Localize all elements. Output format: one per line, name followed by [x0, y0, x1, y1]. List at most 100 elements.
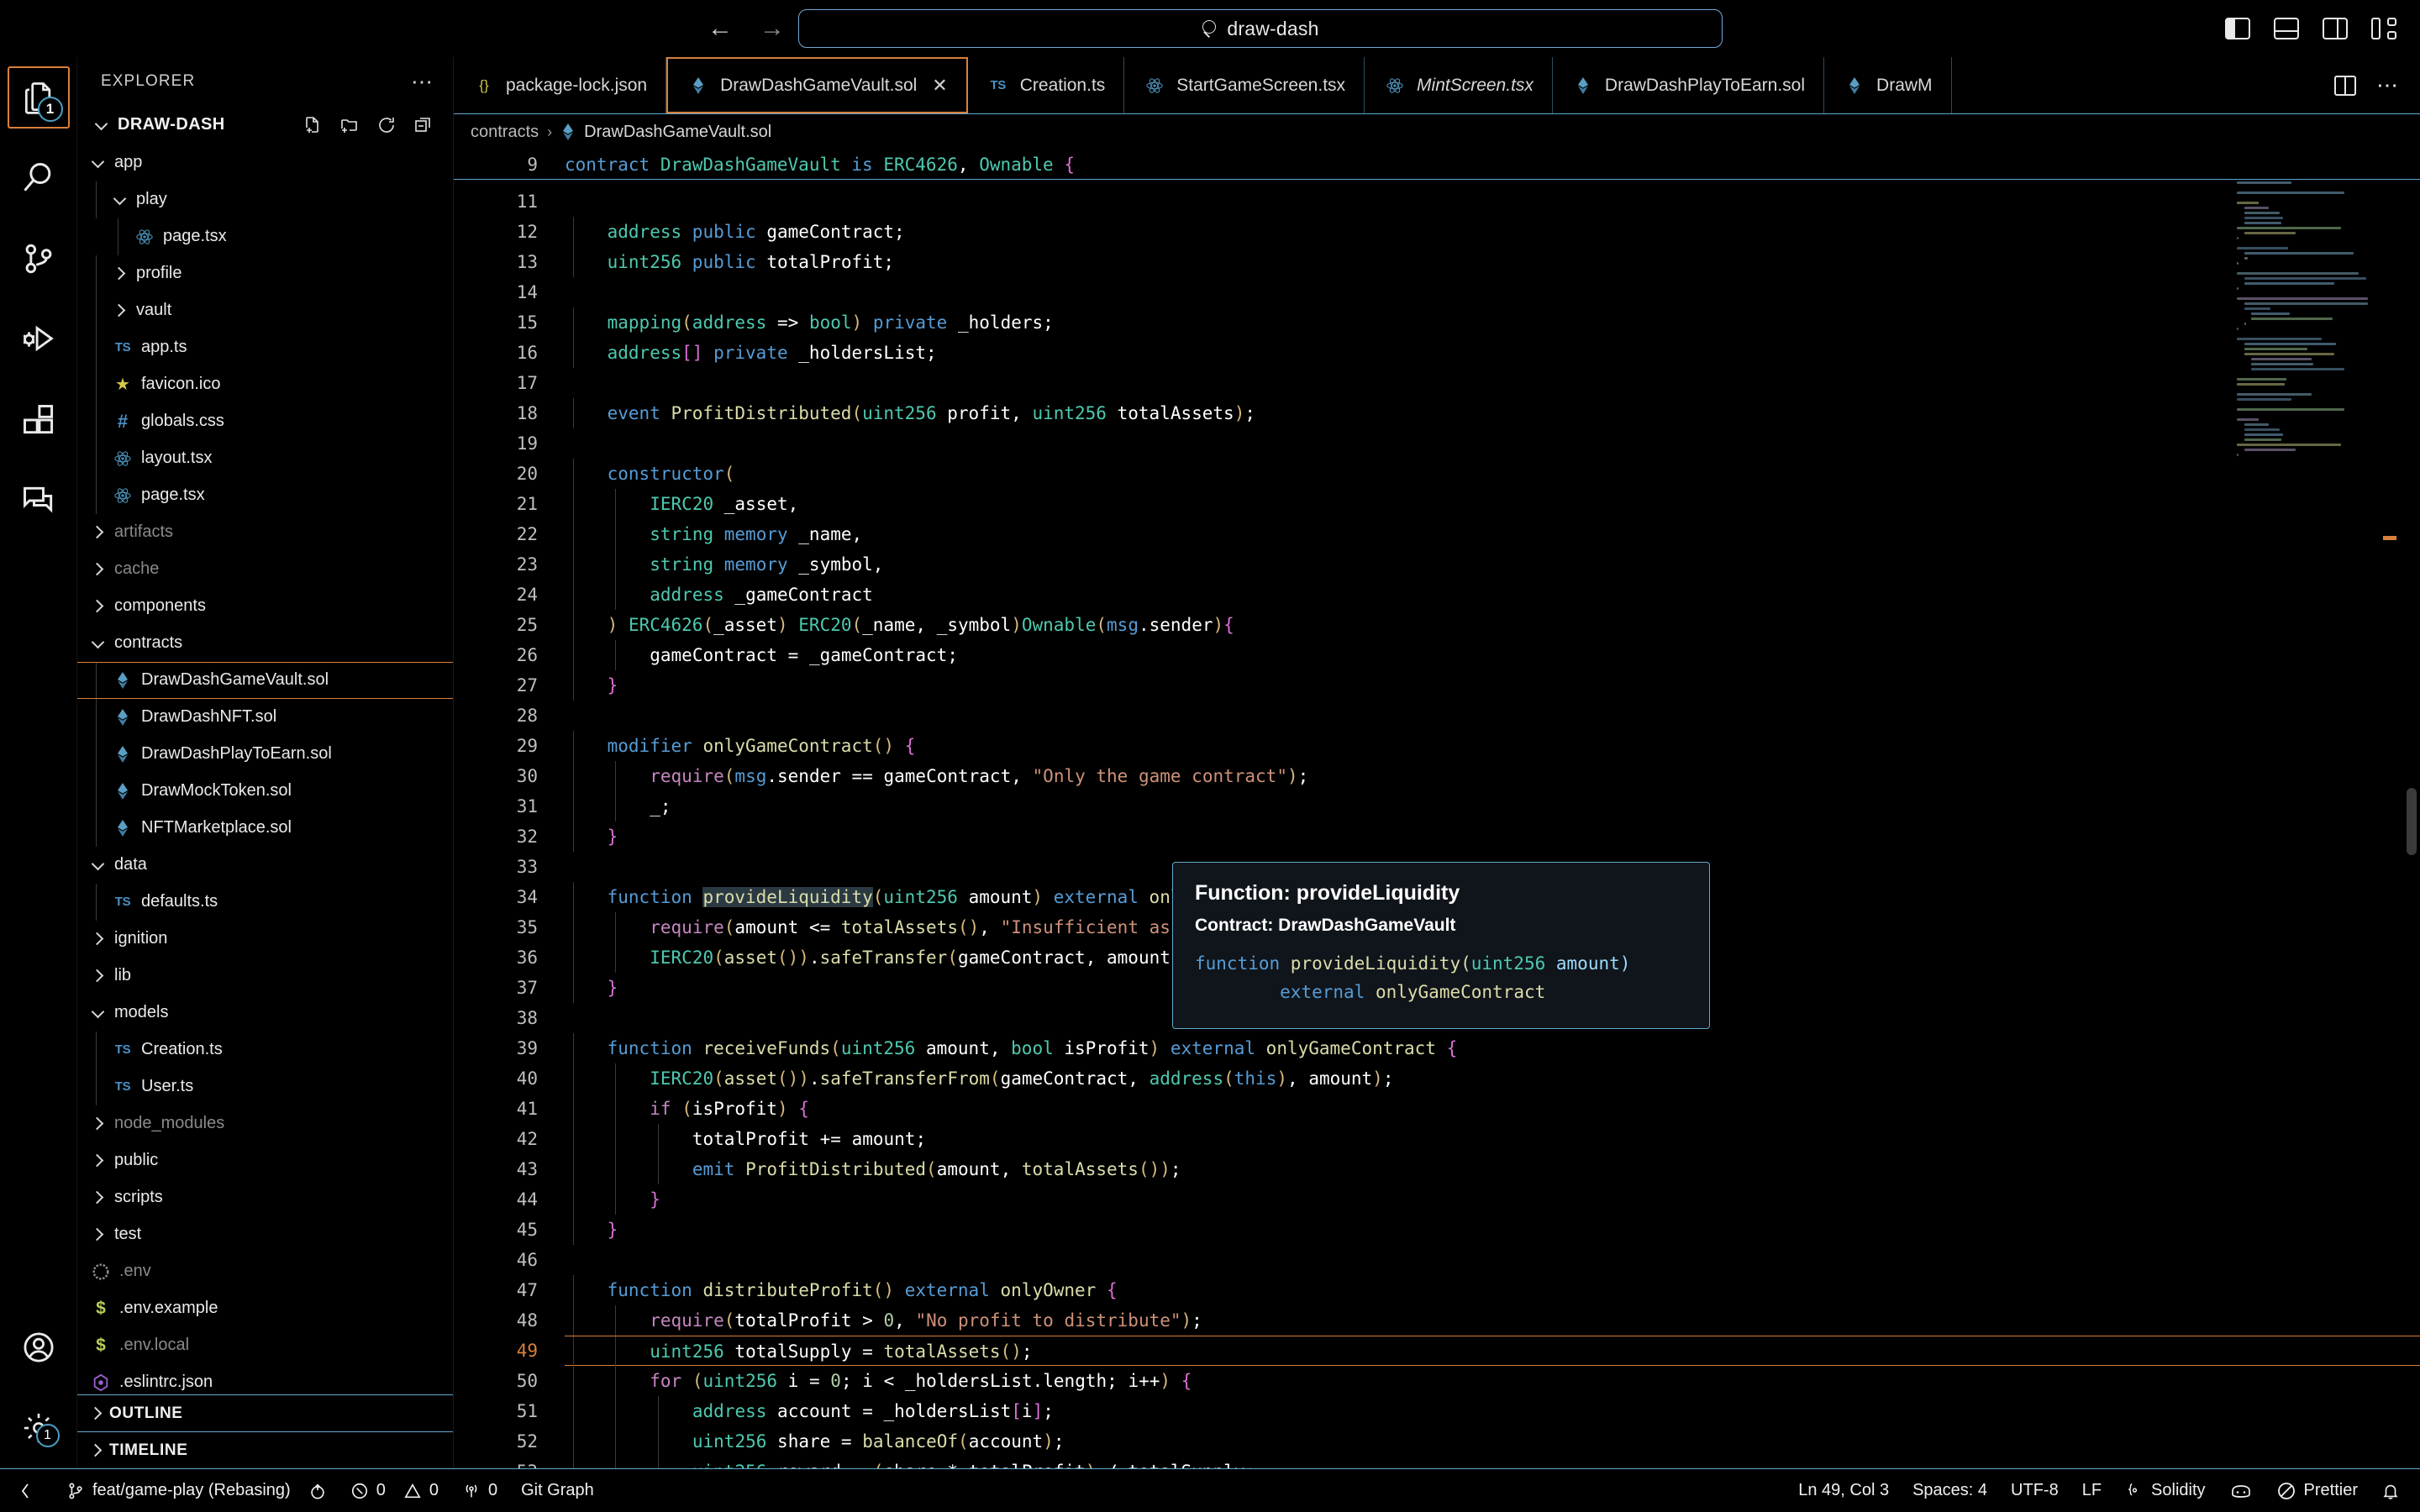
activity-item-source-control[interactable] — [0, 218, 77, 299]
tree-file-env-local[interactable]: $ .env.local — [77, 1327, 453, 1364]
activity-item-run-and-debug[interactable] — [0, 299, 77, 380]
code-line[interactable]: address public gameContract; — [565, 217, 2420, 247]
tree-file-page-tsx[interactable]: page.tsx — [77, 476, 453, 514]
code-line[interactable]: uint256 totalSupply = totalAssets(); — [565, 1336, 2420, 1367]
split-editor-icon[interactable] — [2334, 75, 2356, 96]
code-line[interactable] — [565, 428, 2420, 459]
activity-item-explorer[interactable]: 1 — [0, 57, 77, 138]
tree-file-layout-tsx[interactable]: layout.tsx — [77, 439, 453, 477]
tree-file-page-tsx[interactable]: page.tsx — [77, 218, 453, 255]
code-line[interactable] — [565, 1245, 2420, 1275]
toggle-secondary-sidebar-icon[interactable] — [2323, 18, 2348, 39]
code-line[interactable]: } — [565, 1215, 2420, 1245]
status-indentation[interactable]: Spaces: 4 — [1901, 1469, 1999, 1512]
code-line[interactable]: totalProfit += amount; — [565, 1124, 2420, 1154]
tree-file-nftmarketplace-sol[interactable]: NFTMarketplace.sol — [77, 809, 453, 847]
arrow-left-icon[interactable]: ← — [706, 14, 734, 43]
minimap[interactable] — [2230, 150, 2398, 1468]
tree-folder-artifacts[interactable]: artifacts — [77, 514, 453, 551]
code-line[interactable] — [565, 186, 2420, 217]
sync-icon[interactable] — [308, 1482, 327, 1500]
arrow-right-icon[interactable]: → — [758, 14, 786, 43]
code-line[interactable]: } — [565, 822, 2420, 852]
code-line[interactable]: function receiveFunds(uint256 amount, bo… — [565, 1033, 2420, 1063]
code-line[interactable] — [565, 701, 2420, 731]
collapse-all-icon[interactable] — [413, 114, 434, 136]
code-line[interactable]: address[] private _holdersList; — [565, 338, 2420, 368]
code-line[interactable]: require(totalProfit > 0, "No profit to d… — [565, 1305, 2420, 1336]
tree-file-drawdashgamevault-sol[interactable]: DrawDashGameVault.sol — [77, 661, 453, 699]
activity-item-accounts[interactable] — [0, 1307, 77, 1388]
editor-tab-drawdashplaytoearn-sol[interactable]: DrawDashPlayToEarn.sol — [1553, 57, 1825, 113]
tree-file-globals-css[interactable]: # globals.css — [77, 402, 453, 440]
status-branch[interactable]: feat/game-play (Rebasing) — [55, 1469, 339, 1512]
tree-file-favicon-ico[interactable]: ★ favicon.ico — [77, 365, 453, 403]
code-line[interactable]: } — [565, 1184, 2420, 1215]
status-prettier[interactable]: Prettier — [2265, 1469, 2370, 1512]
code-line[interactable]: } — [565, 670, 2420, 701]
new-folder-icon[interactable] — [339, 114, 360, 136]
status-eol[interactable]: LF — [2070, 1469, 2113, 1512]
code-editor[interactable]: 9 contract DrawDashGameVault is ERC4626,… — [454, 150, 2420, 1468]
tree-file-user-ts[interactable]: TS User.ts — [77, 1068, 453, 1105]
tree-folder-profile[interactable]: profile — [77, 255, 453, 292]
code-line[interactable]: emit ProfitDistributed(amount, totalAsse… — [565, 1154, 2420, 1184]
tree-folder-test[interactable]: test — [77, 1216, 453, 1253]
breadcrumb-file[interactable]: DrawDashGameVault.sol — [560, 123, 771, 142]
status-language-mode[interactable]: Solidity — [2113, 1469, 2217, 1512]
code-line[interactable]: address account = _holdersList[i]; — [565, 1396, 2420, 1426]
sidebar-section-outline[interactable]: OUTLINE — [77, 1394, 453, 1431]
tree-file-drawmocktoken-sol[interactable]: DrawMockToken.sol — [77, 772, 453, 810]
code-line[interactable]: if (isProfit) { — [565, 1094, 2420, 1124]
tree-folder-app[interactable]: app — [77, 144, 453, 181]
code-line[interactable]: uint256 public totalProfit; — [565, 247, 2420, 277]
tree-folder-data[interactable]: data — [77, 847, 453, 884]
code-line[interactable]: _; — [565, 791, 2420, 822]
tree-file-app-ts[interactable]: TS app.ts — [77, 328, 453, 366]
editor-tab-package-lock-json[interactable]: {} package-lock.json — [454, 57, 667, 113]
tree-folder-public[interactable]: public — [77, 1142, 453, 1179]
code-line[interactable]: gameContract = _gameContract; — [565, 640, 2420, 670]
editor-tab-mintscreen-tsx[interactable]: MintScreen.tsx — [1365, 57, 1553, 113]
tree-file-creation-ts[interactable]: TS Creation.ts — [77, 1031, 453, 1068]
breadcrumb-folder[interactable]: contracts — [471, 123, 539, 142]
toggle-primary-sidebar-icon[interactable] — [2225, 18, 2250, 39]
tree-folder-node-modules[interactable]: node_modules — [77, 1105, 453, 1142]
status-problems[interactable]: 0 0 — [339, 1469, 450, 1512]
code-line[interactable]: ) ERC4626(_asset) ERC20(_name, _symbol)O… — [565, 610, 2420, 640]
new-file-icon[interactable] — [302, 114, 324, 136]
code-line[interactable]: IERC20(asset()).safeTransferFrom(gameCon… — [565, 1063, 2420, 1094]
ellipsis-icon[interactable]: ⋯ — [2376, 72, 2400, 98]
status-notifications[interactable] — [2370, 1469, 2420, 1512]
activity-item-chat[interactable] — [0, 460, 77, 541]
code-line[interactable]: function distributeProfit() external onl… — [565, 1275, 2420, 1305]
ellipsis-icon[interactable]: ⋯ — [411, 71, 434, 92]
code-line[interactable]: IERC20 _asset, — [565, 489, 2420, 519]
quick-input-search-bar[interactable]: draw-dash — [798, 9, 1723, 48]
tree-folder-scripts[interactable]: scripts — [77, 1179, 453, 1216]
tree-folder-cache[interactable]: cache — [77, 551, 453, 588]
code-line[interactable]: string memory _name, — [565, 519, 2420, 549]
tree-folder-play[interactable]: play — [77, 181, 453, 218]
editor-tab-drawdashgamevault-sol[interactable]: DrawDashGameVault.sol ✕ — [666, 57, 968, 113]
tree-folder-lib[interactable]: lib — [77, 958, 453, 995]
editor-tab-startgamescreen-tsx[interactable]: StartGameScreen.tsx — [1124, 57, 1365, 113]
code-line[interactable]: for (uint256 i = 0; i < _holdersList.len… — [565, 1366, 2420, 1396]
tree-file-drawdashplaytoearn-sol[interactable]: DrawDashPlayToEarn.sol — [77, 735, 453, 773]
status-copilot[interactable] — [2217, 1469, 2265, 1512]
tree-folder-vault[interactable]: vault — [77, 291, 453, 329]
editor-scrollbar[interactable] — [2407, 788, 2417, 855]
code-line[interactable]: require(msg.sender == gameContract, "Onl… — [565, 761, 2420, 791]
editor-tab-creation-ts[interactable]: TS Creation.ts — [968, 57, 1125, 113]
code-line[interactable] — [565, 368, 2420, 398]
tree-file-drawdashnft-sol[interactable]: DrawDashNFT.sol — [77, 698, 453, 736]
refresh-icon[interactable] — [376, 114, 397, 136]
status-ports[interactable]: 0 — [450, 1469, 509, 1512]
code-line[interactable]: string memory _symbol, — [565, 549, 2420, 580]
status-git-graph[interactable]: Git Graph — [509, 1469, 606, 1512]
status-remote-indicator[interactable] — [0, 1469, 55, 1512]
tree-file-env[interactable]: .env — [77, 1253, 453, 1290]
code-line[interactable]: mapping(address => bool) private _holder… — [565, 307, 2420, 338]
activity-item-extensions[interactable] — [0, 380, 77, 460]
sticky-scroll-line[interactable]: 9 contract DrawDashGameVault is ERC4626,… — [454, 150, 2420, 180]
